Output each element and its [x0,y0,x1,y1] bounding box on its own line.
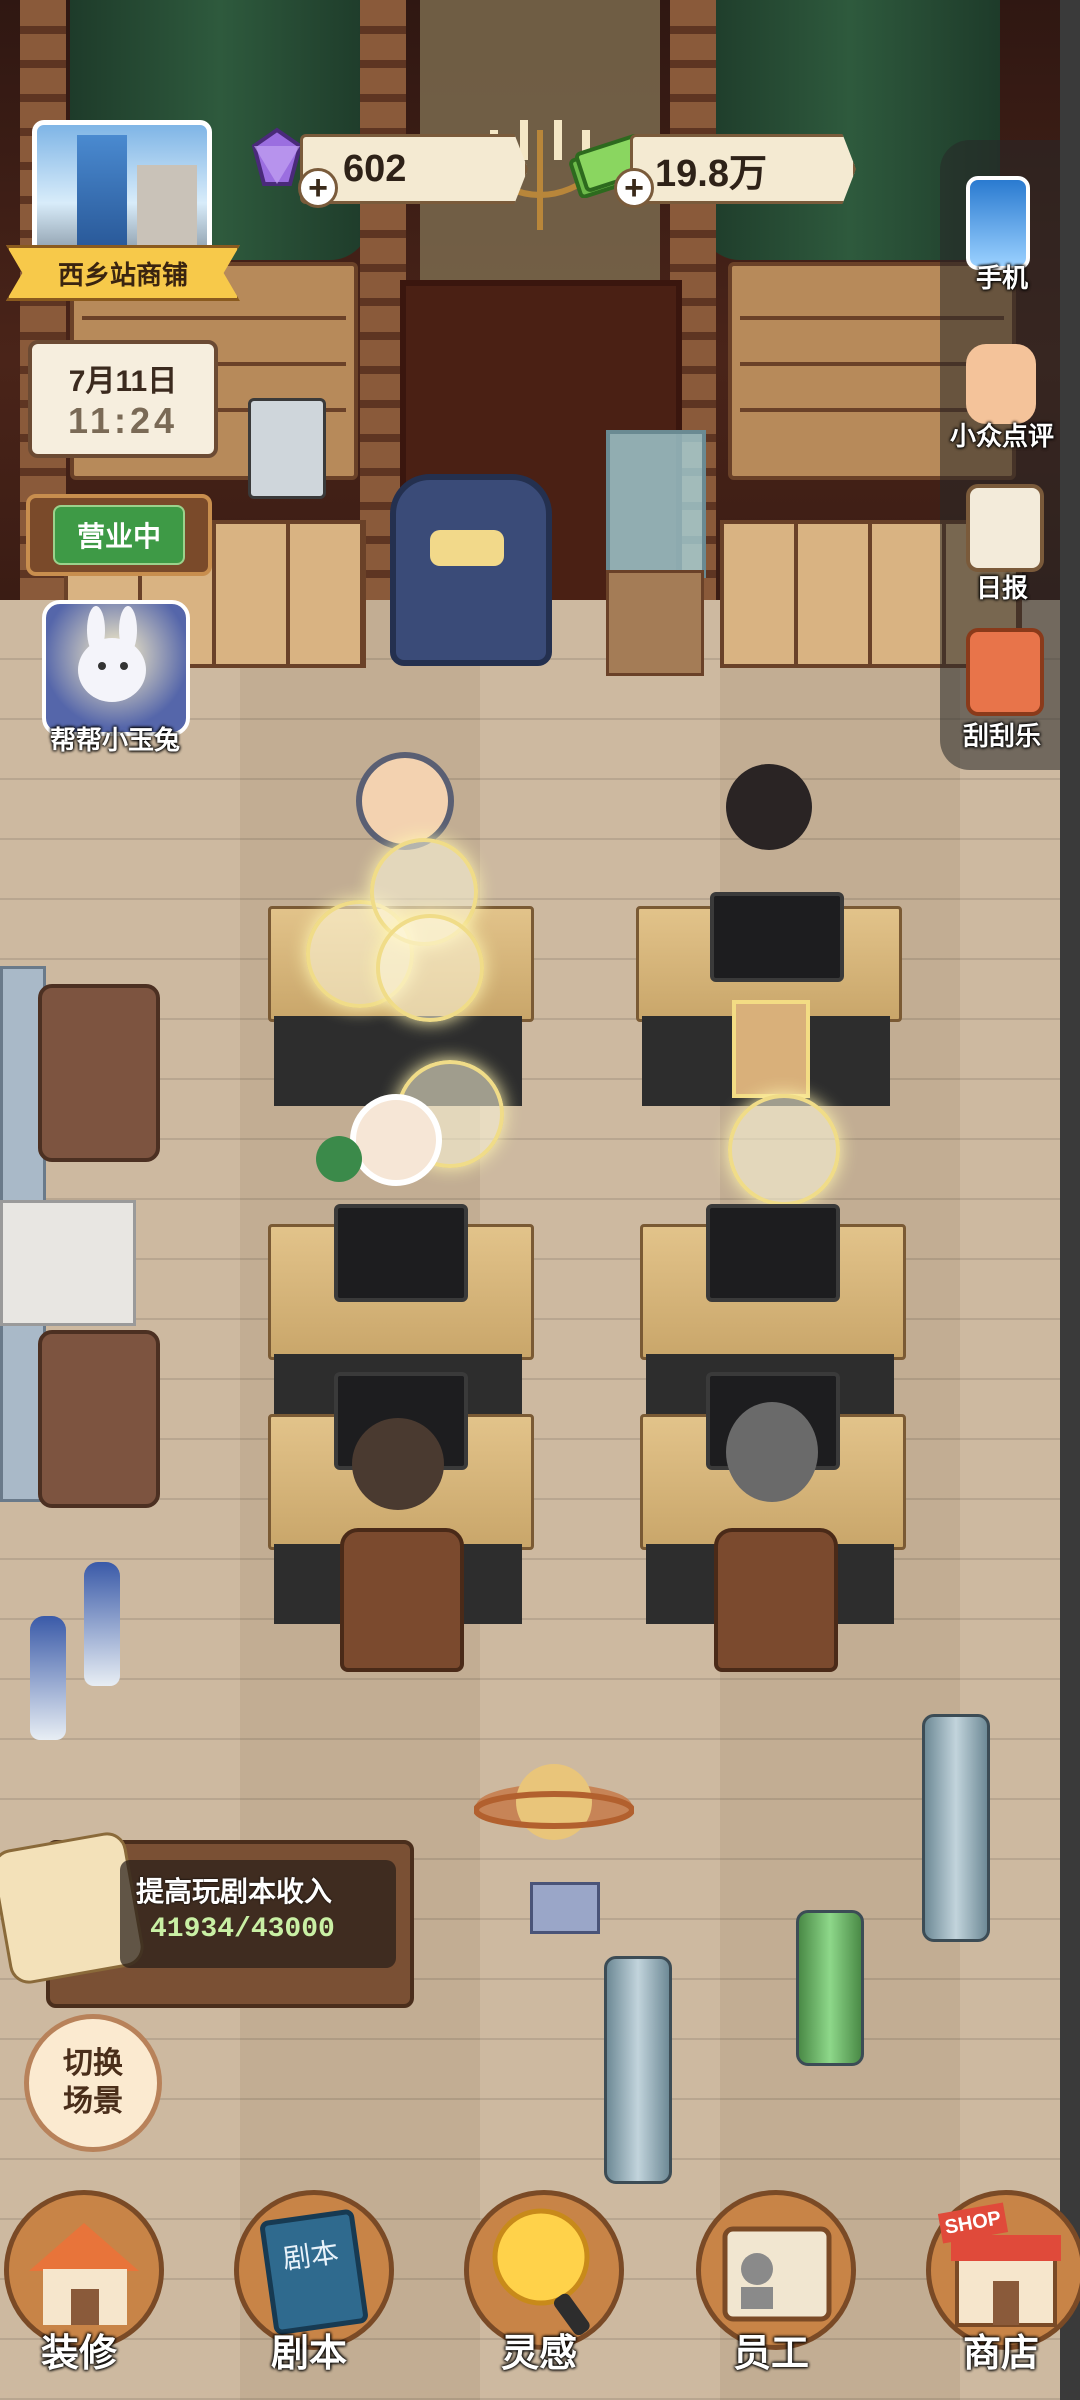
coffee-machine[interactable] [248,398,326,499]
quest-title: 提高玩剧本收入 [136,1876,333,1907]
side-menu-label[interactable]: 刮刮乐 [932,716,1072,753]
vase [30,1616,66,1740]
reward-bubble[interactable] [376,914,484,1022]
monitor[interactable] [706,1204,840,1302]
shop-name: 西乡站商铺 [57,259,188,290]
specimen-tube[interactable] [922,1714,990,1942]
employee-npc[interactable] [350,1094,442,1186]
clipboard-icon[interactable] [966,484,1044,572]
clock-time: 11:24 [67,400,179,441]
rabbit-icon [78,606,146,702]
script-envelope[interactable] [732,1000,810,1098]
switch-scene-label: 切换场景 [63,2047,123,2118]
sofa[interactable] [38,1330,160,1508]
cash-counter[interactable]: 19.8万 [630,134,856,204]
quest-progress: 41934/43000 [150,1914,335,1945]
specimen-tube[interactable] [604,1956,672,2184]
open-status-label: 营业中 [52,505,185,565]
cushion [430,530,504,566]
laptop[interactable] [530,1882,600,1934]
saturn-lamp[interactable] [473,1746,635,1866]
side-table[interactable] [0,1200,136,1326]
green-tube[interactable] [796,1910,864,2066]
helper-label: 帮帮小玉兔 [49,725,180,755]
scratch-ticket-icon[interactable] [966,628,1044,716]
side-menu-label[interactable]: 手机 [932,258,1072,295]
add-cash-button[interactable]: + [614,168,654,208]
nav-label[interactable]: 剧本 [224,2322,394,2377]
thumbs-up-icon[interactable] [966,344,1036,424]
switch-scene-button[interactable]: 切换场景 [24,2014,162,2152]
nav-label[interactable]: 员工 [686,2322,856,2377]
frog-plush [316,1136,362,1182]
employee-npc[interactable] [726,764,812,850]
side-menu-label[interactable]: 小众点评 [932,416,1072,453]
glass-display-case[interactable] [606,430,706,578]
right-wall-edge [1060,0,1080,2400]
shop-thumbnail[interactable] [32,120,212,260]
nav-label[interactable]: 灵感 [454,2322,624,2377]
gem-amount: 602 [343,147,407,190]
side-menu-label[interactable]: 日报 [932,568,1072,605]
helper-rabbit-avatar[interactable] [42,600,190,736]
employee-npc[interactable] [726,1402,818,1502]
office-chair[interactable] [714,1528,838,1672]
open-status-sign[interactable]: 营业中 [26,494,212,576]
display-pedestal [606,570,704,676]
armchair[interactable] [390,474,552,666]
monitor[interactable] [334,1204,468,1302]
quest-panel[interactable]: 提高玩剧本收入 41934/43000 [120,1860,396,1968]
calendar-date: 7月11日 [68,365,178,398]
nav-label[interactable]: 商店 [916,2322,1080,2377]
reward-bubble[interactable] [728,1094,840,1206]
employee-npc[interactable] [356,752,454,850]
add-gems-button[interactable]: + [298,168,338,208]
sofa[interactable] [38,984,160,1162]
phone-icon[interactable] [966,176,1030,270]
office-chair[interactable] [340,1528,464,1672]
monitor[interactable] [710,892,844,982]
shop-name-ribbon: 西乡站商铺 [6,245,240,301]
employee-npc[interactable] [352,1418,444,1510]
nav-label[interactable]: 装修 [0,2322,164,2377]
date-time-calendar: 7月11日 11:24 [28,340,218,458]
cash-amount: 19.8万 [655,152,767,195]
vase [84,1562,120,1686]
